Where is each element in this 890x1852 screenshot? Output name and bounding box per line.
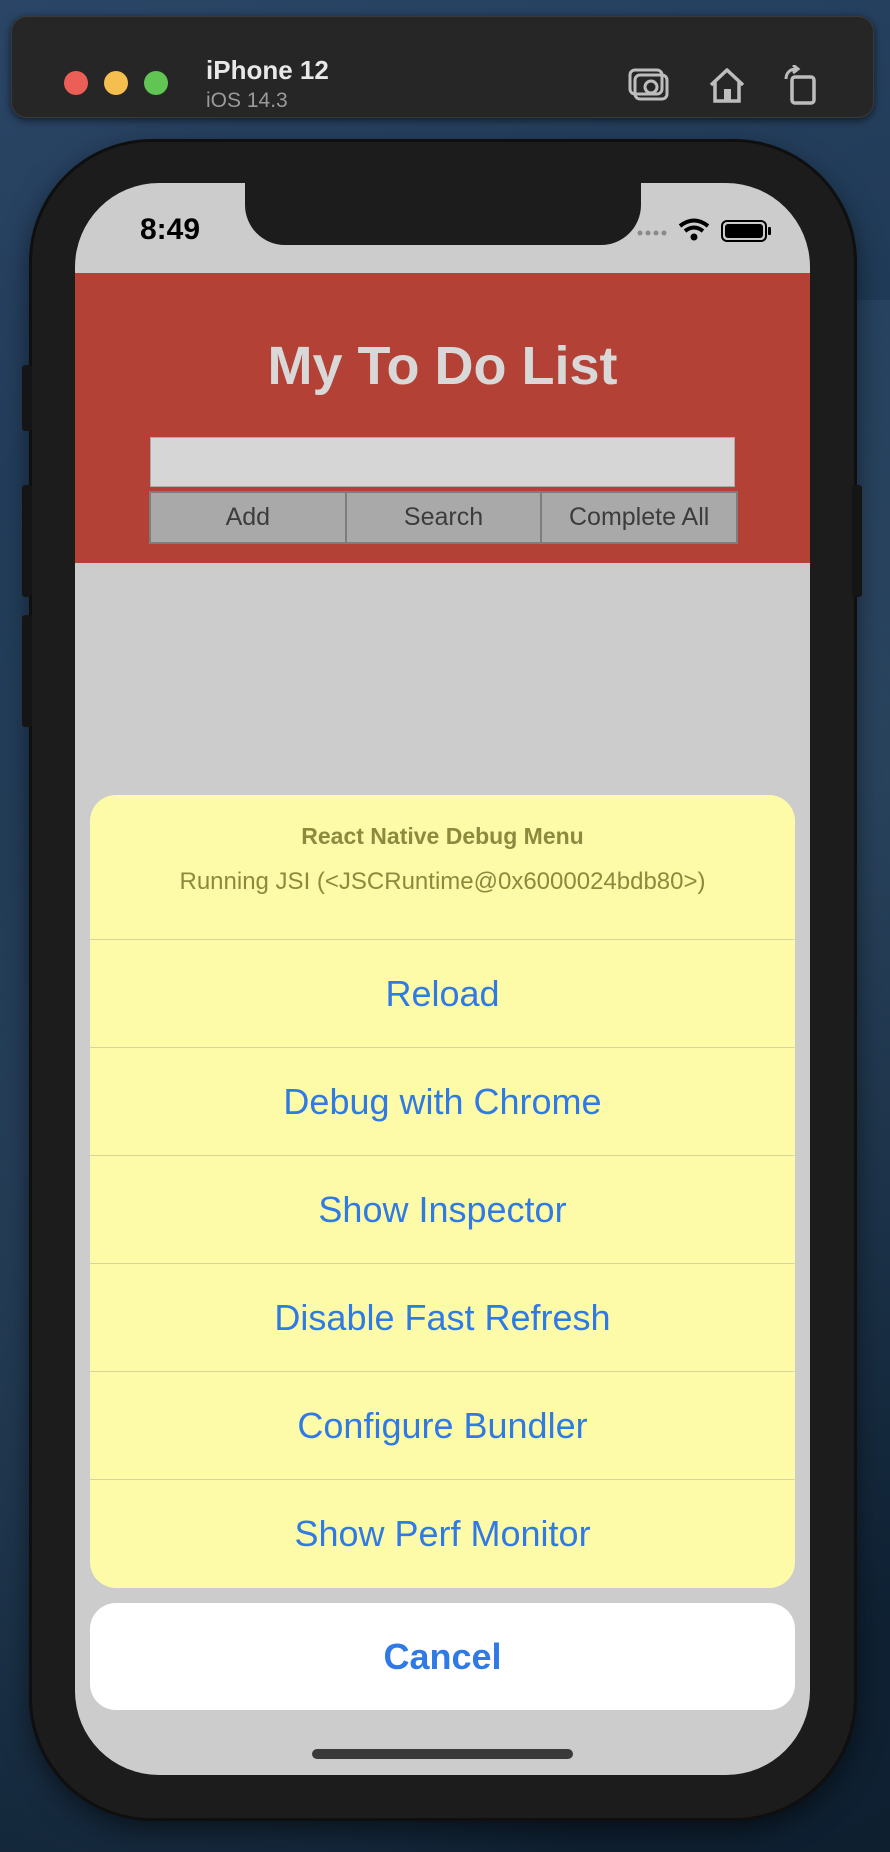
- menu-item-show-perf-monitor[interactable]: Show Perf Monitor: [90, 1480, 795, 1588]
- volume-down-button: [22, 615, 32, 727]
- wifi-icon: [678, 218, 710, 241]
- cellular-icon: [637, 230, 667, 236]
- debug-menu-sheet: React Native Debug Menu Running JSI (<JS…: [90, 795, 795, 1588]
- cancel-button[interactable]: Cancel: [90, 1603, 795, 1710]
- app-button-row: Add Search Complete All: [149, 491, 739, 546]
- screenshot-icon[interactable]: [627, 65, 671, 105]
- device-name: iPhone 12: [206, 55, 329, 85]
- complete-all-button[interactable]: Complete All: [540, 491, 739, 544]
- debug-menu-header: React Native Debug Menu Running JSI (<JS…: [90, 795, 795, 940]
- simulator-titlebar: iPhone 12 iOS 14.3: [11, 16, 874, 118]
- todo-input[interactable]: [150, 437, 735, 487]
- app-header: My To Do List Add Search Complete All: [75, 273, 810, 563]
- close-window-button[interactable]: [64, 71, 88, 95]
- debug-menu-title: React Native Debug Menu: [301, 823, 584, 849]
- minimize-window-button[interactable]: [104, 71, 128, 95]
- home-icon[interactable]: [705, 65, 749, 105]
- notch: [245, 183, 641, 245]
- debug-menu-subtitle: Running JSI (<JSCRuntime@0x6000024bdb80>…: [179, 868, 706, 895]
- phone-screen: 8:49 My To Do List Add Search Complete A…: [75, 183, 810, 1775]
- menu-item-configure-bundler[interactable]: Configure Bundler: [90, 1372, 795, 1480]
- menu-item-reload[interactable]: Reload: [90, 940, 795, 1048]
- menu-item-disable-fast-refresh[interactable]: Disable Fast Refresh: [90, 1264, 795, 1372]
- battery-icon: [721, 220, 771, 242]
- device-os-version: iOS 14.3: [206, 89, 288, 112]
- search-button[interactable]: Search: [344, 491, 543, 544]
- rotate-icon[interactable]: [778, 65, 822, 105]
- status-time: 8:49: [140, 213, 201, 246]
- menu-item-debug-with-chrome[interactable]: Debug with Chrome: [90, 1048, 795, 1156]
- zoom-window-button[interactable]: [144, 71, 168, 95]
- status-icons: [637, 218, 771, 242]
- menu-item-show-inspector[interactable]: Show Inspector: [90, 1156, 795, 1264]
- app-title: My To Do List: [267, 336, 618, 396]
- power-button: [852, 485, 862, 597]
- add-button[interactable]: Add: [149, 491, 347, 544]
- home-indicator[interactable]: [312, 1749, 573, 1759]
- mute-switch: [22, 365, 32, 431]
- volume-up-button: [22, 485, 32, 597]
